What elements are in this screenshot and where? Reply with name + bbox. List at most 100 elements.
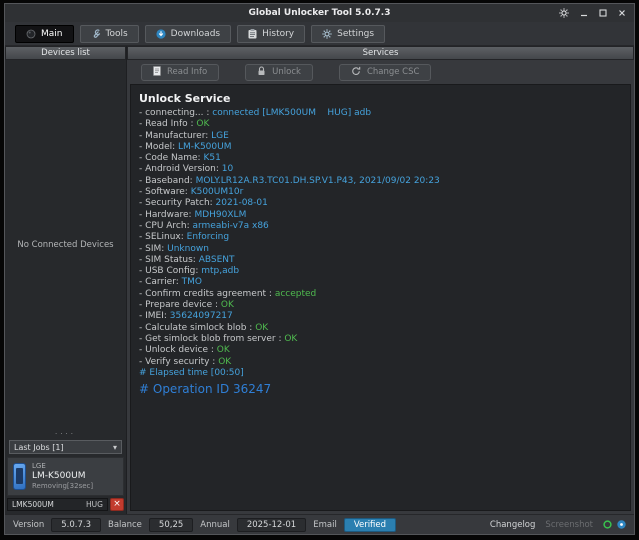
log-value: OK [217,345,230,355]
window-title: Global Unlocker Tool 5.0.7.3 [5,8,634,18]
remove-job-button[interactable]: × [110,498,124,511]
tab-settings[interactable]: Settings [311,25,385,43]
main-icon [26,29,36,39]
status-bar-right: Changelog Screenshot [490,520,626,530]
app-window: Global Unlocker Tool 5.0.7.3 Main Tools Do… [4,3,635,535]
log-label: - SIM: [139,244,167,254]
status-indicator-icon[interactable] [603,520,612,529]
window-controls [559,8,634,18]
log-line: - Baseband: MOLY.LR12A.R3.TC01.DH.SP.V1.… [139,176,624,187]
status-icons [603,520,626,529]
download-icon [156,29,166,39]
log-lines: - connecting... : connected [LMK500UM HU… [139,108,624,397]
log-line: - SIM Status: ABSENT [139,255,624,266]
log-label: - Hardware: [139,210,194,220]
log-line: - SELinux: Enforcing [139,232,624,243]
log-value: 2021-08-01 [216,198,268,208]
log-label: - Calculate simlock blob : [139,323,255,333]
log-value: MDH90XLM [194,210,246,220]
close-icon[interactable] [618,9,626,17]
log-label: - Get simlock blob from server : [139,334,284,344]
log-value: OK [218,357,231,367]
settings-gear-icon [322,29,332,39]
tab-history[interactable]: History [237,25,305,43]
maximize-icon[interactable] [599,9,607,17]
title-bar[interactable]: Global Unlocker Tool 5.0.7.3 [5,4,634,22]
log-label: - Verify security : [139,357,218,367]
minimize-icon[interactable] [580,9,588,17]
panel-splitter-handle[interactable]: ···· [5,429,126,439]
log-line: # Operation ID 36247 [139,381,624,397]
log-title: Unlock Service [139,92,624,105]
tab-main[interactable]: Main [15,25,74,43]
job-list-item[interactable]: LGE LM-K500UM Removing[32sec] [7,457,124,496]
email-verified-badge: Verified [344,518,396,532]
log-line: - Prepare device : OK [139,300,624,311]
log-value: OK [255,323,268,333]
gear-icon[interactable] [559,8,569,18]
services-panel-header: Services [127,46,634,60]
unlock-button[interactable]: Unlock [245,64,313,81]
tab-label: Tools [106,29,128,39]
log-value: 35624097217 [170,311,233,321]
log-value: # Operation ID 36247 [139,382,271,396]
log-value: LM-K500UM [178,142,231,152]
balance-button[interactable]: 50,25 [149,518,193,532]
job-carrier-tag: HUG [86,500,103,509]
document-icon [153,66,161,79]
wrench-icon [91,29,101,39]
log-value: OK [196,119,209,129]
tab-tools[interactable]: Tools [80,25,139,43]
status-bar: Version 5.0.7.3 Balance 50,25 Annual 202… [5,514,634,534]
read-info-button[interactable]: Read Info [141,64,219,81]
annual-date-button[interactable]: 2025-12-01 [237,518,306,532]
job-texts: LGE LM-K500UM Removing[32sec] [32,462,93,491]
job-status: Removing[32sec] [32,482,93,491]
log-line: - CPU Arch: armeabi-v7a x86 [139,221,624,232]
log-line: # Elapsed time [00:50] [139,368,624,379]
log-line: - Android Version: 10 [139,164,624,175]
last-jobs-dropdown[interactable]: Last Jobs [1] ▾ [9,440,122,454]
log-line: - Unlock device : OK [139,345,624,356]
log-label: - SELinux: [139,232,187,242]
log-label: - Unlock device : [139,345,217,355]
log-line: - Security Patch: 2021-08-01 [139,198,624,209]
log-label: - Carrier: [139,277,182,287]
services-panel: Services Read Info Unlock Change CSC Unloc… [127,46,634,514]
log-value: LGE [211,131,229,141]
log-line: - IMEI: 35624097217 [139,311,624,322]
job-id-field[interactable]: LMK500UM HUG [7,498,108,511]
devices-panel-header: Devices list [5,46,126,60]
desktop-background: Global Unlocker Tool 5.0.7.3 Main Tools Do… [0,0,639,540]
log-label: - Android Version: [139,164,222,174]
log-value: armeabi-v7a x86 [192,221,268,231]
log-label: - IMEI: [139,311,170,321]
annual-label: Annual [200,520,230,530]
version-button[interactable]: 5.0.7.3 [51,518,101,532]
notifications-icon[interactable] [617,520,626,529]
log-value: K51 [203,153,220,163]
chevron-down-icon: ▾ [113,443,117,452]
log-line: - Confirm credits agreement : accepted [139,289,624,300]
log-value: ABSENT [199,255,235,265]
change-csc-button[interactable]: Change CSC [339,64,432,81]
screenshot-button[interactable]: Screenshot [545,520,593,530]
log-value: MOLY.LR12A.R3.TC01.DH.SP.V1.P43, 2021/09… [196,176,440,186]
log-label: - USB Config: [139,266,201,276]
history-icon [248,29,257,39]
job-model: LM-K500UM [32,471,93,482]
changelog-button[interactable]: Changelog [490,520,536,530]
job-id-value: LMK500UM [12,500,54,509]
tab-downloads[interactable]: Downloads [145,25,231,43]
log-label: - CPU Arch: [139,221,192,231]
log-output: Unlock Service - connecting... : connect… [130,84,631,511]
job-brand: LGE [32,462,93,471]
button-label: Read Info [167,67,207,77]
job-field-row: LMK500UM HUG × [7,498,124,511]
main-content: Devices list No Connected Devices ···· L… [5,46,634,514]
log-value: Unknown [167,244,209,254]
log-line: - Get simlock blob from server : OK [139,334,624,345]
log-label: - Code Name: [139,153,203,163]
log-label: - Manufacturer: [139,131,211,141]
log-label: - Software: [139,187,191,197]
